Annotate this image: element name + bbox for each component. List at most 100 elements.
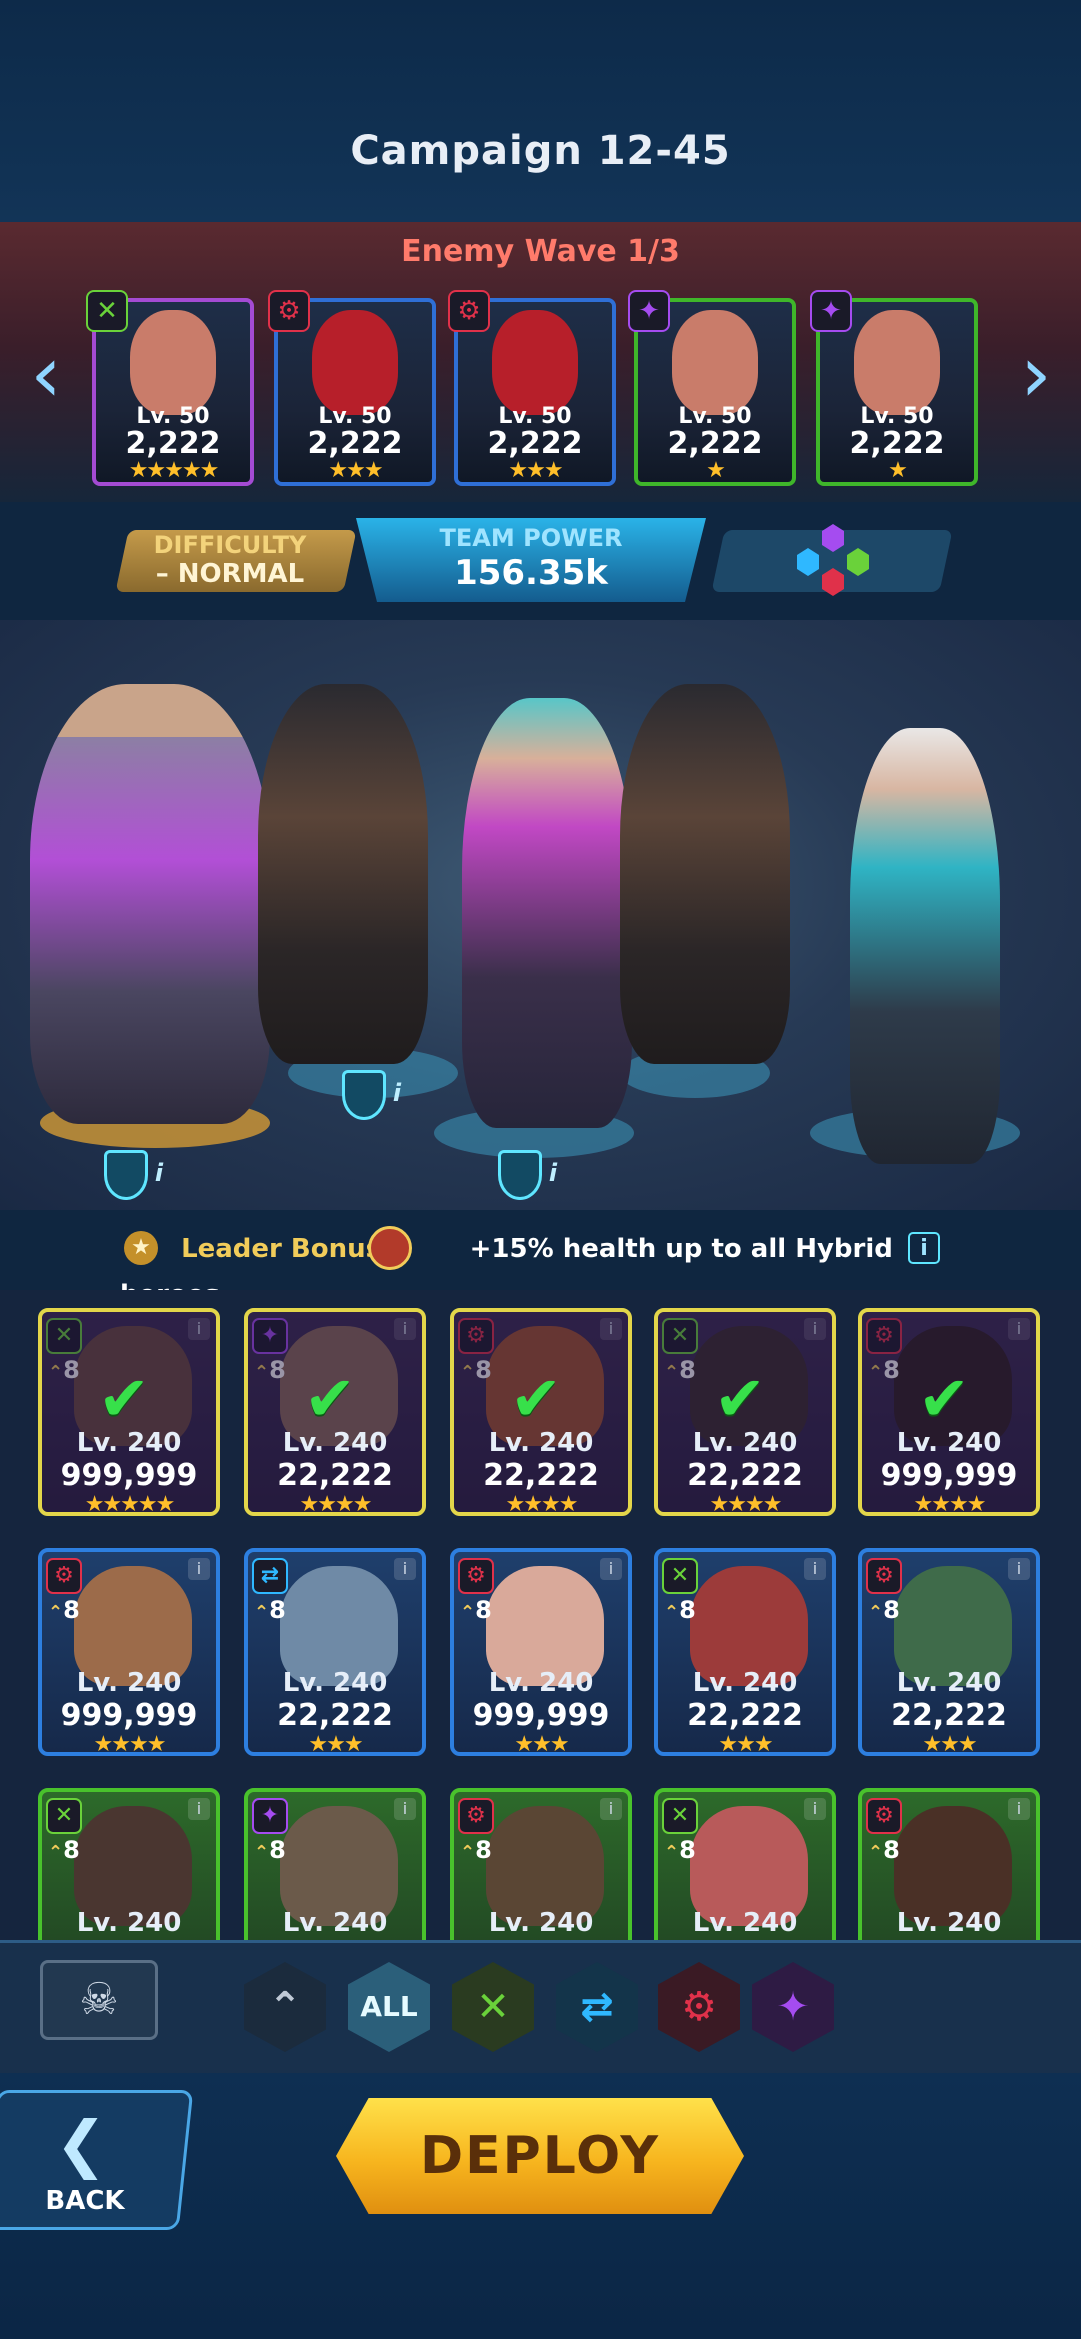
hero-card[interactable]: ✕ ⌃8 i Lv. 240 22,222 ★★★: [654, 1548, 836, 1756]
enemy-stars: ★★★: [508, 458, 563, 483]
hero-card[interactable]: ⚙ ⌃8 i Lv. 240 22,222 ★★★★ ✔: [450, 1308, 632, 1516]
enemy-portrait: [312, 310, 398, 415]
enemy-power: 2,222: [125, 426, 221, 461]
team-power-label: TEAM POWER: [439, 524, 623, 552]
back-arrow-icon: ❮: [55, 2107, 107, 2180]
enemy-wave-title: Enemy Wave 1/3: [401, 234, 680, 269]
hero-rank-value: 8: [269, 1596, 286, 1624]
hero-power: 22,222: [483, 1458, 599, 1493]
cosmic-element-icon: ✦: [628, 290, 670, 332]
hero-rank: ⌃8: [664, 1836, 696, 1864]
hero-power: 22,222: [277, 1698, 393, 1733]
hero-info-icon[interactable]: i: [188, 1558, 210, 1580]
hero-info-icon[interactable]: i: [144, 1156, 174, 1190]
hero-info-icon[interactable]: i: [538, 1156, 568, 1190]
rank-chevron-icon: ⌃: [664, 1602, 680, 1623]
hero-rank-value: 8: [63, 1836, 80, 1864]
hero-figure-4[interactable]: [620, 684, 790, 1064]
element-wheel-icon: [797, 524, 869, 596]
hero-info-icon[interactable]: i: [1008, 1798, 1030, 1820]
next-wave-arrow-icon[interactable]: ›: [1014, 330, 1058, 420]
hero-info-icon[interactable]: i: [600, 1558, 622, 1580]
hero-rank: ⌃8: [460, 1836, 492, 1864]
selected-check-icon: ✔: [918, 1362, 970, 1435]
deploy-button[interactable]: DEPLOY: [336, 2098, 744, 2214]
cosmic-element-icon: ✦: [810, 290, 852, 332]
hero-stars: ★★★: [718, 1732, 773, 1756]
hero-card[interactable]: ✦ ⌃8 i Lv. 240: [244, 1788, 426, 1940]
hero-info-icon[interactable]: i: [394, 1558, 416, 1580]
mutant-element-icon: ⇄: [252, 1558, 288, 1594]
hero-info-icon[interactable]: i: [394, 1798, 416, 1820]
hero-card[interactable]: ⚙ ⌃8 i Lv. 240 999,999 ★★★★ ✔: [858, 1308, 1040, 1516]
hero-card[interactable]: ✕ ⌃8 i Lv. 240 22,222 ★★★★ ✔: [654, 1308, 836, 1516]
hero-level: Lv. 240: [76, 1908, 182, 1938]
hero-stars: ★★★★: [913, 1492, 987, 1516]
hero-rank: ⌃8: [868, 1596, 900, 1624]
rank-chevron-icon: ⌃: [254, 1842, 270, 1863]
hero-rank: ⌃8: [254, 1596, 286, 1624]
hero-card[interactable]: ✕ ⌃8 i Lv. 240: [654, 1788, 836, 1940]
hero-rank-value: 8: [883, 1836, 900, 1864]
tech-element-icon: ⚙: [866, 1798, 902, 1834]
enemy-stars: ★★★★★: [128, 458, 220, 483]
hero-rank-value: 8: [679, 1836, 696, 1864]
enemy-power: 2,222: [849, 426, 945, 461]
hero-figure-2[interactable]: [258, 684, 428, 1064]
hero-figure-1[interactable]: [30, 684, 270, 1124]
hero-info-icon[interactable]: i: [1008, 1558, 1030, 1580]
hero-card[interactable]: ⚙ ⌃8 i Lv. 240: [858, 1788, 1040, 1940]
hero-info-icon[interactable]: i: [600, 1798, 622, 1820]
enemy-portrait: [130, 310, 216, 415]
hero-rank-value: 8: [475, 1836, 492, 1864]
leader-bonus-label: Leader Bonus:: [181, 1234, 392, 1264]
difficulty-value: – NORMAL: [155, 559, 305, 589]
enemy-skull-button[interactable]: ☠: [40, 1960, 158, 2040]
hero-level: Lv. 240: [896, 1668, 1002, 1698]
hero-info-icon[interactable]: i: [804, 1558, 826, 1580]
hero-card[interactable]: ⇄ ⌃8 i Lv. 240 22,222 ★★★: [244, 1548, 426, 1756]
hero-stars: ★★★: [514, 1732, 569, 1756]
hero-power: 999,999: [472, 1698, 610, 1733]
rank-chevron-icon: ⌃: [48, 1602, 64, 1623]
hero-figure-5[interactable]: [850, 728, 1000, 1164]
enemy-stars: ★: [888, 458, 908, 483]
previous-wave-arrow-icon[interactable]: ‹: [24, 330, 68, 420]
leader-bonus-info-icon[interactable]: i: [908, 1232, 940, 1264]
tech-element-icon: ⚙: [268, 290, 310, 332]
hero-rank-value: 8: [679, 1596, 696, 1624]
back-label: BACK: [45, 2186, 125, 2216]
hero-stars: ★★★★: [299, 1492, 373, 1516]
hero-card[interactable]: ✕ ⌃8 i Lv. 240 999,999 ★★★★★ ✔: [38, 1308, 220, 1516]
hero-figure-3[interactable]: [462, 698, 632, 1128]
hero-stars: ★★★★: [709, 1492, 783, 1516]
hero-stars: ★★★: [922, 1732, 977, 1756]
selected-check-icon: ✔: [304, 1362, 356, 1435]
hero-stars: ★★★★★: [84, 1492, 176, 1516]
hero-info-icon[interactable]: i: [382, 1076, 412, 1110]
enemy-power: 2,222: [487, 426, 583, 461]
filter-bar: [0, 1940, 1081, 2073]
hero-power: 22,222: [891, 1698, 1007, 1733]
hero-power: 999,999: [60, 1698, 198, 1733]
rank-chevron-icon: ⌃: [868, 1842, 884, 1863]
hero-card[interactable]: ⚙ ⌃8 i Lv. 240 22,222 ★★★: [858, 1548, 1040, 1756]
rank-chevron-icon: ⌃: [868, 1602, 884, 1623]
enemy-power: 2,222: [307, 426, 403, 461]
hero-card[interactable]: ⚙ ⌃8 i Lv. 240 999,999 ★★★★: [38, 1548, 220, 1756]
hero-stars: ★★★★: [505, 1492, 579, 1516]
hero-level: Lv. 240: [282, 1668, 388, 1698]
tech-element-icon: ⚙: [866, 1558, 902, 1594]
hero-card[interactable]: ✕ ⌃8 i Lv. 240: [38, 1788, 220, 1940]
hero-stars: ★★★: [308, 1732, 363, 1756]
hero-info-icon[interactable]: i: [188, 1798, 210, 1820]
tech-element-icon: ⚙: [46, 1558, 82, 1594]
hero-roster-grid[interactable]: ✕ ⌃8 i Lv. 240 999,999 ★★★★★ ✔ ✦ ⌃8 i Lv. 240 22,22…: [0, 1290, 1081, 1940]
hybrid-element-icon: ✕: [86, 290, 128, 332]
hero-card[interactable]: ⚙ ⌃8 i Lv. 240: [450, 1788, 632, 1940]
hero-rank: ⌃8: [48, 1836, 80, 1864]
hero-card[interactable]: ✦ ⌃8 i Lv. 240 22,222 ★★★★ ✔: [244, 1308, 426, 1516]
hero-card[interactable]: ⚙ ⌃8 i Lv. 240 999,999 ★★★: [450, 1548, 632, 1756]
hero-info-icon[interactable]: i: [804, 1798, 826, 1820]
enemy-stars: ★★★: [328, 458, 383, 483]
